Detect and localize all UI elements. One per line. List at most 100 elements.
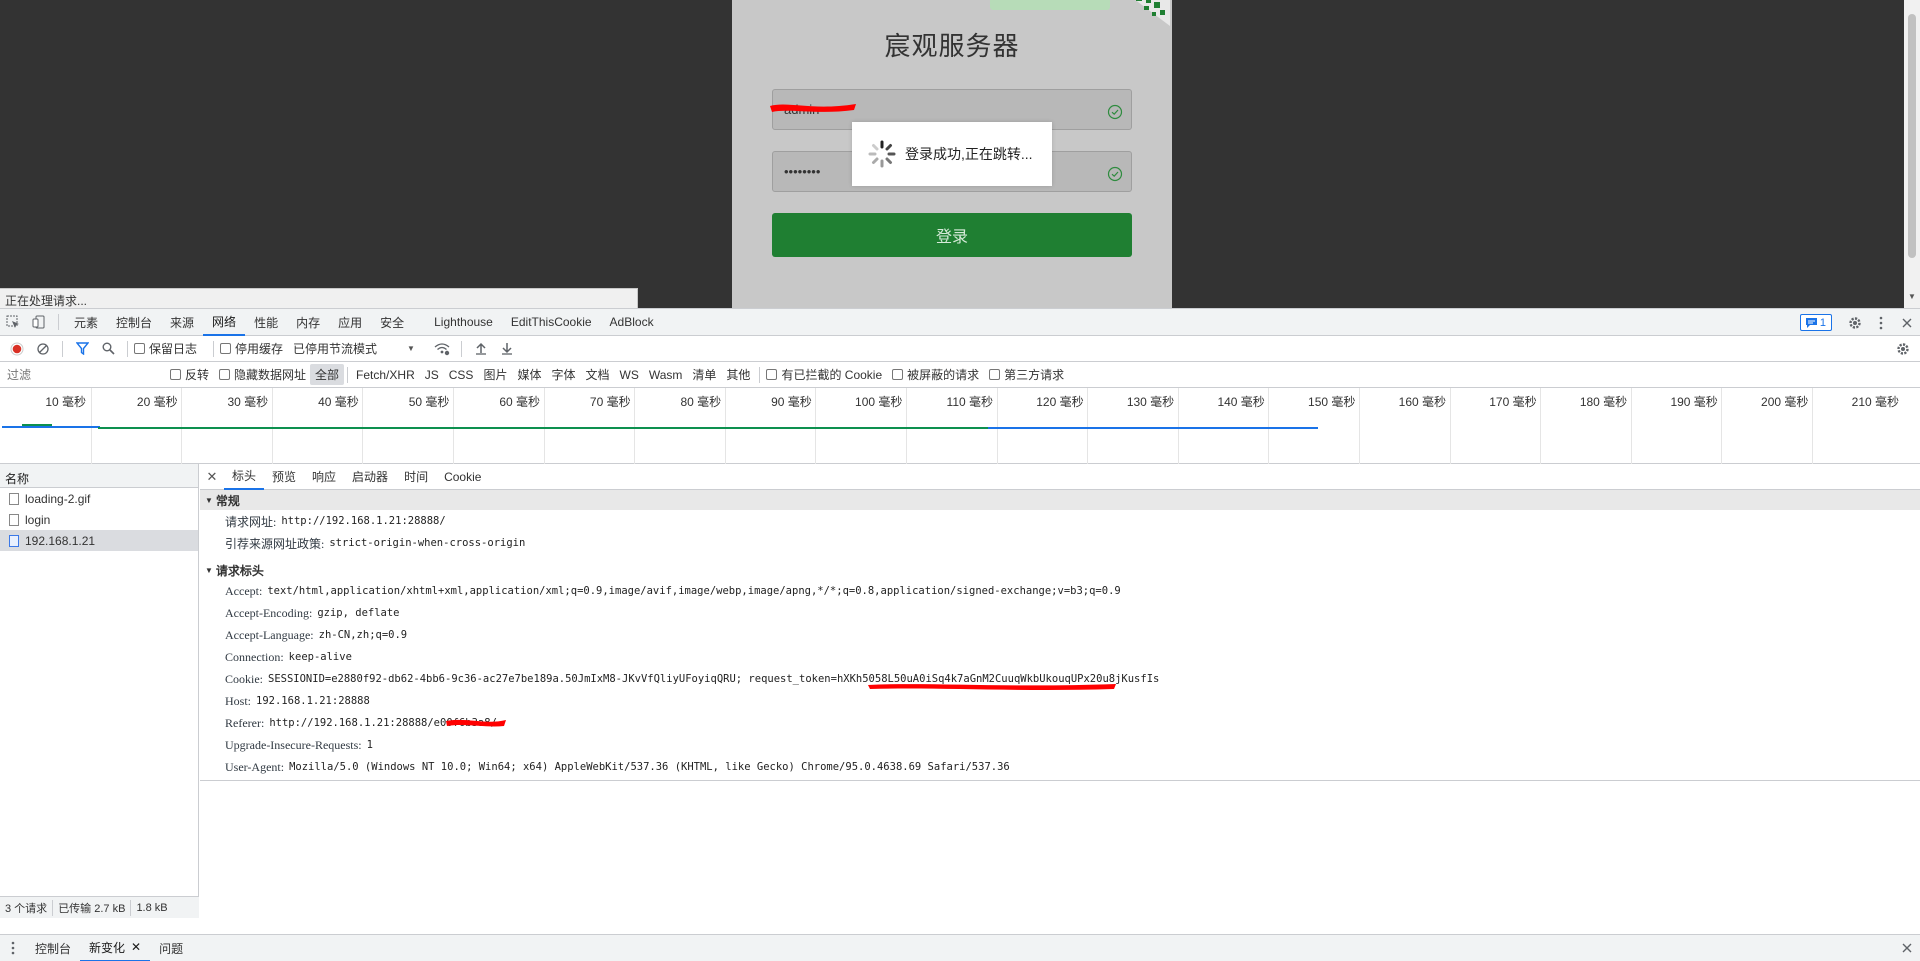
filter-type-manifest[interactable]: 清单 [687, 364, 721, 385]
drawer-tab-console[interactable]: 控制台 [26, 935, 80, 961]
name-column-header[interactable]: 名称 [0, 464, 198, 488]
tab-performance[interactable]: 性能 [245, 309, 287, 336]
preserve-log-checkbox[interactable]: 保留日志 [134, 340, 197, 357]
inspect-element-icon[interactable] [0, 309, 26, 335]
gear-icon[interactable] [1842, 310, 1868, 336]
tab-application[interactable]: 应用 [329, 309, 371, 336]
request-headers-section-header[interactable]: ▼ 请求标头 [200, 560, 1920, 580]
tab-security[interactable]: 安全 [371, 309, 413, 336]
search-icon[interactable] [95, 336, 121, 362]
tab-console[interactable]: 控制台 [107, 309, 161, 336]
scroll-down-arrow-icon[interactable]: ▼ [1908, 292, 1916, 301]
general-section-header[interactable]: ▼ 常规 [200, 490, 1920, 510]
clear-icon[interactable] [30, 336, 56, 362]
more-options-icon[interactable] [1868, 310, 1894, 336]
timeline-tick-label: 160 毫秒 [1398, 395, 1446, 409]
tab-elements[interactable]: 元素 [65, 309, 107, 336]
request-header-rows: Accept: text/html,application/xhtml+xml,a… [200, 580, 1920, 778]
header-value[interactable]: keep-alive [289, 651, 352, 663]
checkbox-box[interactable] [989, 369, 1001, 380]
header-key: User-Agent: [225, 759, 285, 774]
checkbox-box[interactable] [170, 369, 181, 380]
timeline-request-bar [98, 427, 988, 429]
timeline-grid-cell: 50 毫秒 [362, 388, 453, 464]
request-row[interactable]: login [0, 509, 198, 530]
request-row[interactable]: 192.168.1.21 [0, 530, 198, 551]
xhr-file-icon [9, 513, 19, 526]
filter-type-fetch-xhr[interactable]: Fetch/XHR [351, 366, 420, 384]
tab-cookies[interactable]: Cookie [436, 464, 489, 490]
tab-adblock[interactable]: AdBlock [601, 309, 663, 336]
separator [58, 314, 59, 330]
filter-type-media[interactable]: 媒体 [512, 364, 546, 385]
header-value[interactable]: 1 [367, 739, 373, 751]
device-toolbar-icon[interactable] [26, 309, 52, 335]
tab-lighthouse[interactable]: Lighthouse [425, 309, 502, 336]
separator [460, 340, 462, 357]
header-value[interactable]: Mozilla/5.0 (Windows NT 10.0; Win64; x64… [289, 761, 1010, 773]
third-party-checkbox[interactable]: 第三方请求 [989, 366, 1064, 383]
waterfall-overview[interactable]: 10 毫秒 20 毫秒 30 毫秒 40 毫秒 50 毫秒 60 毫秒 70 毫秒 80 毫秒… [0, 388, 1920, 464]
scroll-thumb[interactable] [1908, 14, 1916, 258]
header-value[interactable]: 192.168.1.21:28888 [256, 695, 370, 707]
header-value[interactable]: http://192.168.1.21:28888/ [281, 515, 445, 527]
drawer-tab-changes[interactable]: 新变化 ✕ [80, 935, 151, 961]
filter-type-all[interactable]: 全部 [310, 364, 345, 385]
disable-cache-checkbox[interactable]: 停用缓存 [220, 340, 283, 357]
checkbox-box[interactable] [892, 369, 904, 380]
export-har-icon[interactable] [494, 336, 520, 362]
blocked-requests-checkbox[interactable]: 被屏蔽的请求 [892, 366, 979, 383]
request-headers-section: ▼ 请求标头 Accept: text/html,application/xhtm… [200, 560, 1920, 781]
tab-initiator[interactable]: 启动器 [344, 464, 396, 490]
tab-sources[interactable]: 来源 [161, 309, 203, 336]
header-value[interactable]: text/html,application/xhtml+xml,applicat… [267, 585, 1120, 597]
qr-corner-icon[interactable] [1130, 0, 1170, 26]
filter-input[interactable] [4, 364, 170, 385]
filter-icon[interactable] [69, 336, 95, 362]
header-value[interactable]: strict-origin-when-cross-origin [329, 537, 525, 549]
filter-type-other[interactable]: 其他 [721, 364, 755, 385]
filter-type-doc[interactable]: 文档 [580, 364, 614, 385]
filter-type-wasm[interactable]: Wasm [644, 366, 688, 384]
header-key: Accept-Encoding: [225, 605, 313, 620]
header-value[interactable]: zh-CN,zh;q=0.9 [319, 629, 408, 641]
tab-response[interactable]: 响应 [304, 464, 344, 490]
filter-type-css[interactable]: CSS [444, 366, 479, 384]
network-conditions-icon[interactable] [429, 336, 455, 362]
network-settings-gear-icon[interactable] [1890, 336, 1916, 362]
request-row[interactable]: loading-2.gif [0, 488, 198, 509]
checkbox-box[interactable] [766, 369, 778, 380]
invert-checkbox[interactable]: 反转 [170, 366, 209, 383]
filter-type-ws[interactable]: WS [615, 366, 644, 384]
timeline-tick-label: 110 毫秒 [946, 395, 993, 409]
close-drawer-icon[interactable] [1894, 935, 1920, 961]
import-har-icon[interactable] [468, 336, 494, 362]
blocked-cookies-checkbox[interactable]: 有已拦截的 Cookie [766, 366, 882, 383]
throttling-select[interactable]: 已停用节流模式 ▼ [293, 340, 415, 357]
tab-timing[interactable]: 时间 [396, 464, 436, 490]
tab-editthiscookie[interactable]: EditThisCookie [502, 309, 601, 336]
tab-network[interactable]: 网络 [203, 309, 246, 336]
login-button[interactable]: 登录 [772, 213, 1132, 257]
checkbox-box[interactable] [134, 343, 145, 354]
timeline-request-bar [988, 427, 1318, 429]
close-detail-icon[interactable]: ✕ [200, 469, 224, 485]
header-value[interactable]: gzip, deflate [317, 607, 399, 619]
drawer-menu-icon[interactable] [0, 935, 26, 961]
checkbox-box[interactable] [219, 369, 231, 380]
throttling-value: 已停用节流模式 [293, 342, 378, 356]
record-icon[interactable] [4, 336, 30, 362]
filter-type-img[interactable]: 图片 [478, 364, 512, 385]
tab-memory[interactable]: 内存 [287, 309, 329, 336]
issues-badge[interactable]: 1 [1799, 314, 1832, 331]
close-tab-icon[interactable]: ✕ [131, 940, 141, 954]
filter-type-font[interactable]: 字体 [546, 364, 580, 385]
drawer-tab-issues[interactable]: 问题 [150, 935, 192, 961]
hide-data-urls-checkbox[interactable]: 隐藏数据网址 [219, 366, 306, 383]
filter-type-js[interactable]: JS [420, 366, 444, 384]
page-scrollbar[interactable]: ▼ [1904, 0, 1920, 308]
tab-preview[interactable]: 预览 [264, 464, 304, 490]
close-icon[interactable] [1894, 310, 1920, 336]
tab-headers[interactable]: 标头 [224, 464, 265, 490]
checkbox-box[interactable] [220, 343, 232, 354]
